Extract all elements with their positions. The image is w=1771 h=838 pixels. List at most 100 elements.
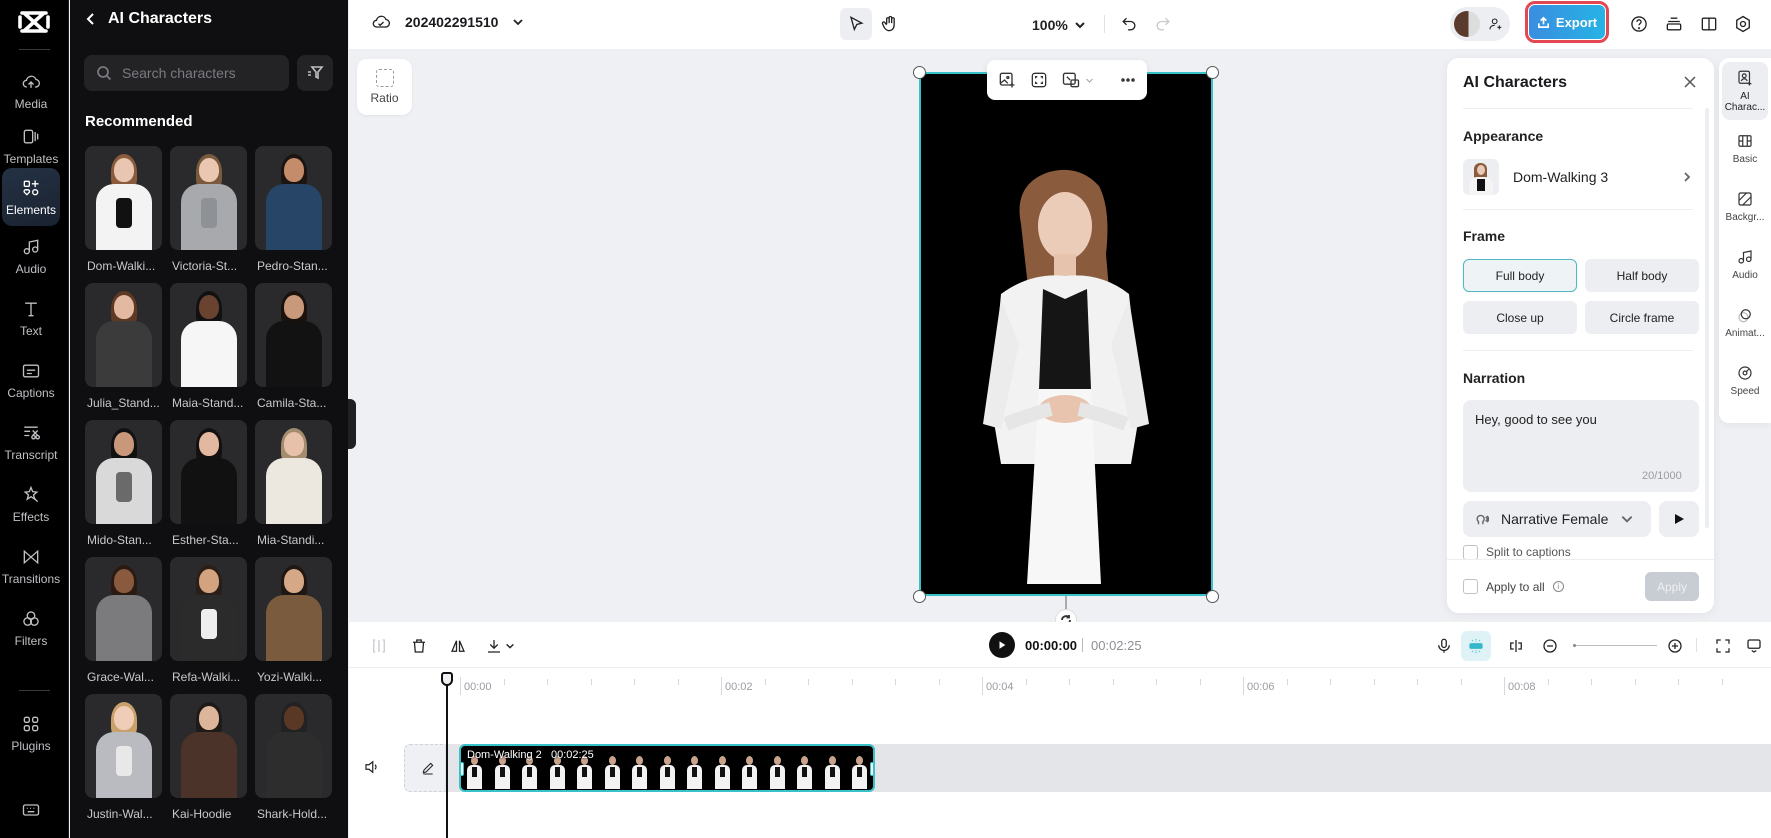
split-to-captions[interactable]: Split to captions [1463,545,1571,559]
project-title: 202402291510 [371,12,524,32]
rail-item-transitions[interactable]: Transitions [2,537,60,595]
select-tool-button[interactable] [840,8,872,40]
frame-option-circle-frame[interactable]: Circle frame [1585,301,1699,334]
rail-item-captions[interactable]: Captions [2,351,60,409]
playhead-handle[interactable] [441,672,453,686]
rail-item-effects[interactable]: Effects [2,475,60,533]
character-card[interactable]: Julia_Stand... [85,283,162,420]
character-card[interactable]: Dom-Walki... [85,146,162,283]
zoom-out-button[interactable] [1538,634,1562,658]
apply-button[interactable]: Apply [1645,572,1699,601]
tab-animation[interactable]: Animat... [1722,294,1768,352]
tab-audio[interactable]: Audio [1722,236,1768,294]
back-button[interactable] [84,12,98,26]
voice-dropdown[interactable]: Narrative Female [1463,501,1651,537]
video-preview[interactable] [919,72,1213,596]
character-card[interactable]: Shark-Hold... [255,694,332,831]
keyboard-shortcuts-button[interactable] [2,790,60,830]
layout-button[interactable] [1693,8,1725,40]
character-card[interactable]: Grace-Wal... [85,557,162,694]
chevron-down-icon[interactable] [512,16,524,28]
split-button[interactable] [367,634,391,658]
character-card[interactable]: Mia-Standi... [255,420,332,557]
delete-button[interactable] [407,634,431,658]
rail-item-templates[interactable]: Templates [2,117,60,175]
apply-to-all-checkbox[interactable] [1463,579,1478,594]
mirror-button[interactable] [446,634,470,658]
download-button[interactable] [485,634,525,658]
slider-knob[interactable] [1573,644,1576,647]
character-card[interactable]: Victoria-St... [170,146,247,283]
apply-to-all[interactable]: Apply to all i [1463,579,1564,594]
tab-ai-characters[interactable]: AI Charac... [1722,62,1768,120]
undo-button[interactable] [1113,8,1145,40]
properties-scrollbar[interactable] [1705,108,1709,528]
frame-option-full-body[interactable]: Full body [1463,259,1577,292]
character-card[interactable]: Mido-Stan... [85,420,162,557]
clip-trim-left[interactable] [461,762,464,776]
character-card[interactable]: Pedro-Stan... [255,146,332,283]
character-card[interactable]: Esther-Sta... [170,420,247,557]
screen-button[interactable] [1742,634,1766,658]
timeline-ruler[interactable]: 00:00 00:02 00:04 00:06 00:08 [349,669,1771,697]
rail-item-plugins[interactable]: Plugins [2,704,60,762]
rail-item-media[interactable]: Media [2,62,60,120]
appearance-selector[interactable]: Dom-Walking 3 [1463,158,1693,196]
close-button[interactable] [1682,74,1700,92]
settings-button[interactable] [1727,8,1759,40]
split-captions-checkbox[interactable] [1463,545,1478,559]
play-button[interactable] [989,632,1015,658]
frame-option-half-body[interactable]: Half body [1585,259,1699,292]
character-card[interactable]: Maia-Stand... [170,283,247,420]
avatar[interactable] [1454,11,1480,37]
toolbar-divider [1696,638,1697,652]
tab-basic[interactable]: Basic [1722,120,1768,178]
character-card[interactable]: Refa-Walki... [170,557,247,694]
background-remove-button[interactable] [1061,70,1094,90]
tab-background[interactable]: Backgr... [1722,178,1768,236]
replace-media-button[interactable] [997,70,1017,90]
rail-item-audio[interactable]: Audio [2,227,60,285]
rail-item-text[interactable]: Text [2,289,60,347]
redo-button[interactable] [1147,8,1179,40]
project-name[interactable]: 202402291510 [405,14,498,30]
info-icon[interactable]: i [1552,581,1564,592]
filter-button[interactable] [297,55,333,91]
collaborators-group[interactable] [1450,7,1510,41]
hand-tool-button[interactable] [874,8,906,40]
resize-handle-bottom-left[interactable] [913,590,926,603]
rail-item-filters[interactable]: Filters [2,599,60,657]
rail-item-transcript[interactable]: Transcript [2,413,60,471]
zoom-in-button[interactable] [1663,634,1687,658]
tab-speed[interactable]: Speed [1722,352,1768,410]
help-button[interactable] [1623,8,1655,40]
record-voice-button[interactable] [1432,634,1456,658]
panel-collapse-handle[interactable] [348,399,356,449]
clip-trim-right[interactable] [870,762,873,776]
resize-handle-bottom-right[interactable] [1206,590,1219,603]
character-card[interactable]: Yozi-Walki... [255,557,332,694]
auto-snap-toggle[interactable] [1461,631,1491,661]
rail-item-elements[interactable]: Elements [2,168,60,226]
preview-voice-button[interactable] [1659,501,1699,537]
character-card[interactable]: Justin-Wal... [85,694,162,831]
captions-icon [22,364,40,377]
resize-handle-top-left[interactable] [913,66,926,79]
resize-handle-top-right[interactable] [1206,66,1219,79]
export-button[interactable]: Export [1525,1,1609,43]
frame-option-close-up[interactable]: Close up [1463,301,1577,334]
character-card[interactable]: Kai-Hoodie [170,694,247,831]
playhead[interactable] [441,672,453,838]
timeline-clip[interactable]: Dom-Walking 2 00:02:25 [459,744,875,792]
zoom-dropdown[interactable]: 100% [1032,10,1086,40]
ratio-button[interactable]: Ratio [357,59,412,115]
layers-button[interactable] [1658,8,1690,40]
search-input[interactable] [122,65,272,81]
split-scene-button[interactable] [1504,634,1528,658]
mute-track-button[interactable] [363,758,383,778]
crop-button[interactable] [1029,70,1049,90]
character-card[interactable]: Camila-Sta... [255,283,332,420]
more-options-button[interactable] [1118,70,1138,90]
timeline-zoom-slider[interactable] [1573,644,1657,647]
fullscreen-button[interactable] [1711,634,1735,658]
